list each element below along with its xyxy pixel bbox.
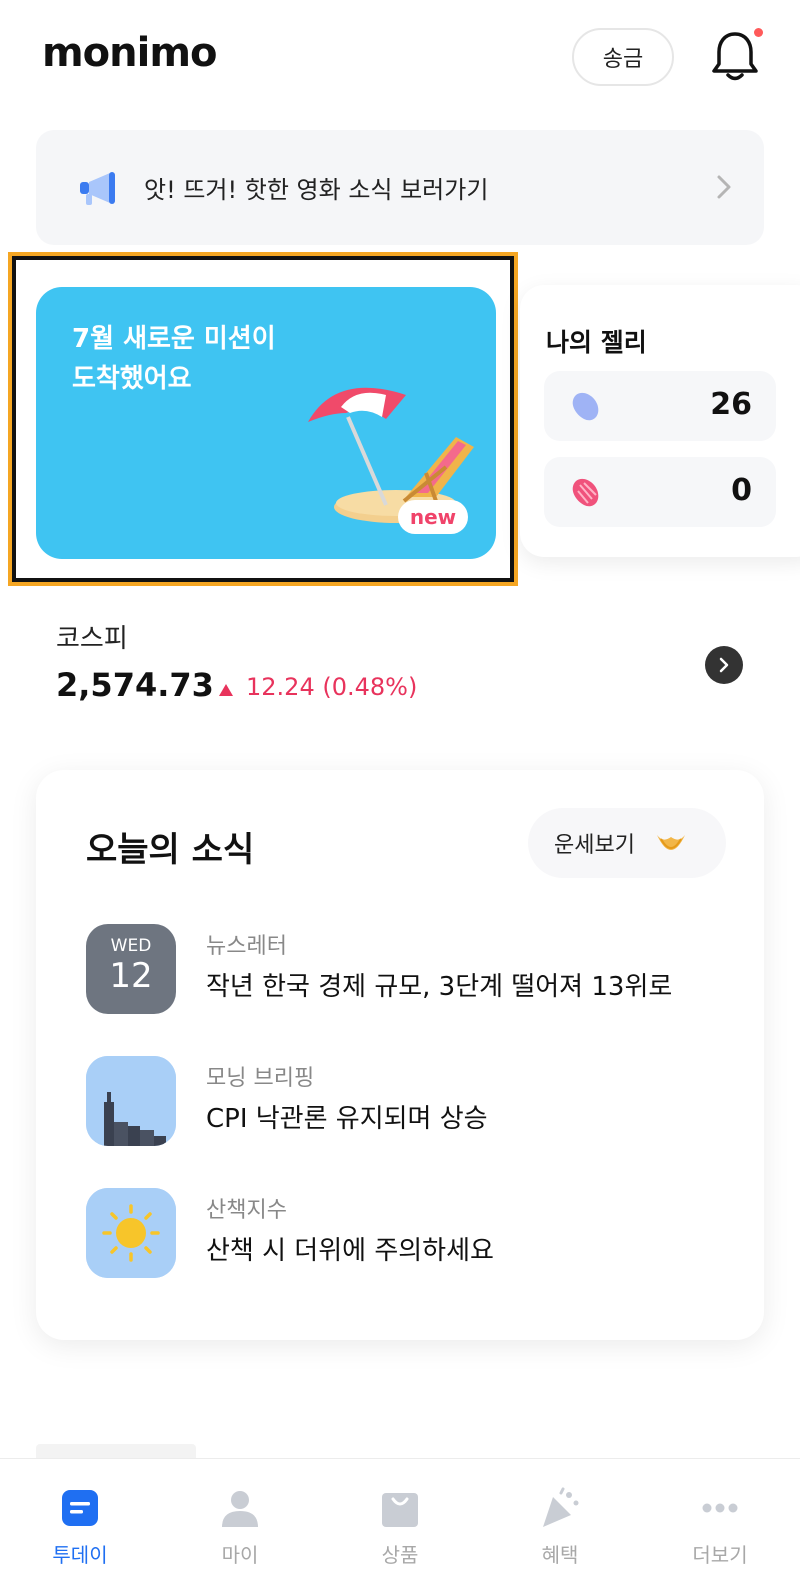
jelly-row-pink[interactable]: 0: [544, 457, 776, 527]
nav-my[interactable]: 마이: [160, 1459, 320, 1581]
news-item-category: 모닝 브리핑: [206, 1066, 315, 1091]
kospi-value: 2,574.73: [56, 666, 214, 704]
today-icon: [62, 1490, 98, 1526]
megaphone-icon: [80, 171, 115, 205]
fortune-button[interactable]: 운세보기: [528, 808, 726, 878]
nav-more[interactable]: 더보기: [640, 1459, 800, 1581]
blue-jelly-icon: [572, 392, 599, 421]
news-item-category: 뉴스레터: [206, 934, 287, 959]
jelly-row-blue[interactable]: 26: [544, 371, 776, 441]
chevron-right-icon: [717, 175, 731, 199]
kospi-label: 코스피: [56, 624, 128, 654]
fortune-cookie-icon: [656, 835, 685, 850]
nav-benefits[interactable]: 혜택: [480, 1459, 640, 1581]
fortune-label: 운세보기: [554, 833, 635, 858]
nav-label: 혜택: [541, 1543, 579, 1567]
more-dots-icon: [702, 1503, 738, 1513]
blue-jelly-count: 26: [710, 387, 752, 422]
nav-products[interactable]: 상품: [320, 1459, 480, 1581]
news-heading: 오늘의 소식: [86, 830, 255, 870]
party-popper-icon: [543, 1487, 579, 1527]
bell-icon[interactable]: [708, 28, 762, 84]
calendar-day: 12: [109, 956, 153, 996]
news-item-category: 산책지수: [206, 1198, 287, 1223]
new-badge: new: [398, 500, 468, 534]
news-item-title: 작년 한국 경제 규모, 3단계 떨어져 13위로: [206, 972, 673, 1002]
pink-jelly-count: 0: [731, 473, 752, 508]
mission-title-line1: 7월 새로운 미션이: [72, 324, 276, 354]
city-skyline-icon: [86, 1056, 176, 1146]
person-icon: [222, 1491, 258, 1527]
shopping-bag-icon: [382, 1493, 418, 1527]
notice-banner[interactable]: 앗! 뜨거! 핫한 영화 소식 보러가기: [36, 130, 764, 245]
calendar-weekday: WED: [110, 936, 152, 956]
news-item-newsletter[interactable]: WED 12 뉴스레터 작년 한국 경제 규모, 3단계 떨어져 13위로: [86, 924, 726, 1014]
nav-label: 투데이: [52, 1543, 108, 1567]
chevron-right-icon: [719, 657, 729, 673]
news-item-title: 산책 시 더위에 주의하세요: [206, 1236, 494, 1266]
nav-label: 더보기: [692, 1543, 748, 1567]
sun-icon: [86, 1188, 176, 1278]
pink-jelly-icon: [572, 478, 599, 507]
bottom-nav: 투데이 마이 상품 혜택 더보기: [0, 1458, 800, 1581]
kospi-detail-button[interactable]: [705, 646, 743, 684]
up-triangle-icon: [219, 684, 233, 696]
kospi-change: 12.24 (0.48%): [246, 673, 418, 701]
nav-label: 마이: [221, 1543, 259, 1567]
notification-dot: [754, 28, 763, 37]
today-news-card: 오늘의 소식 운세보기 WED 12 뉴스레터 작년 한국 경제 규모, 3단계…: [36, 770, 764, 1340]
notice-text: 앗! 뜨거! 핫한 영화 소식 보러가기: [144, 176, 489, 204]
news-item-walk-index[interactable]: 산책지수 산책 시 더위에 주의하세요: [86, 1188, 726, 1278]
nav-today[interactable]: 투데이: [0, 1459, 160, 1581]
jelly-title: 나의 젤리: [546, 328, 647, 357]
news-item-morning-briefing[interactable]: 모닝 브리핑 CPI 낙관론 유지되며 상승: [86, 1056, 726, 1146]
nav-label: 상품: [381, 1543, 419, 1567]
jelly-panel[interactable]: 나의 젤리 26 0: [520, 285, 800, 557]
calendar-icon: WED 12: [86, 924, 176, 1014]
app-logo: monimo: [42, 30, 218, 76]
send-money-button[interactable]: 송금: [572, 28, 674, 86]
news-item-title: CPI 낙관론 유지되며 상승: [206, 1104, 488, 1134]
